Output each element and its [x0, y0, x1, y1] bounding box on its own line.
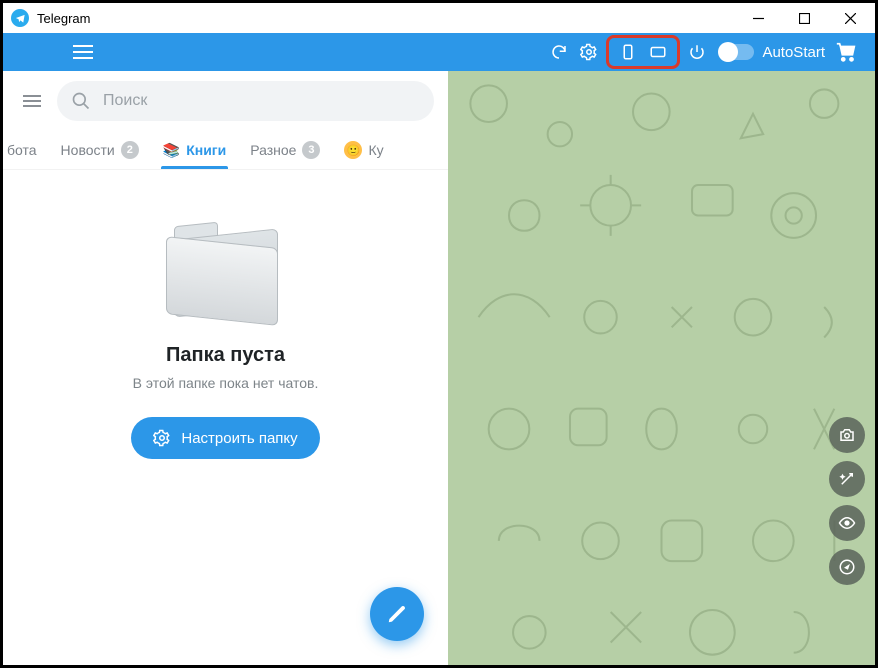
- tab-label: Книги: [186, 142, 226, 158]
- window-title: Telegram: [37, 11, 90, 26]
- folder-open-icon: [166, 220, 286, 320]
- telegram-logo-icon: [11, 9, 29, 27]
- tab-news[interactable]: Новости 2: [49, 133, 151, 169]
- search-input[interactable]: Поиск: [57, 81, 434, 121]
- pencil-icon: [386, 603, 408, 625]
- configure-folder-label: Настроить папку: [181, 430, 297, 447]
- books-icon: 📚: [163, 142, 180, 159]
- search-placeholder: Поиск: [103, 92, 147, 110]
- tab-ku[interactable]: 🙂 Ку: [332, 133, 387, 169]
- title-bar: Telegram: [3, 3, 875, 33]
- gear-icon: [153, 429, 171, 447]
- chats-pane: Поиск бота Новости 2 📚 Книги Разное 3 🙂 …: [3, 71, 448, 665]
- window-controls: [735, 3, 873, 33]
- compass-icon[interactable]: [829, 549, 865, 585]
- landscape-layout-icon[interactable]: [646, 40, 670, 64]
- avatar: 🙂: [344, 141, 362, 159]
- refresh-icon[interactable]: [547, 40, 571, 64]
- app-toolbar: AutoStart: [3, 33, 875, 71]
- tab-label: бота: [7, 142, 37, 158]
- folder-tabs: бота Новости 2 📚 Книги Разное 3 🙂 Ку: [3, 129, 448, 170]
- configure-folder-button[interactable]: Настроить папку: [131, 417, 319, 459]
- cart-icon[interactable]: [834, 40, 858, 64]
- tab-badge: 3: [302, 141, 320, 159]
- camera-icon[interactable]: [829, 417, 865, 453]
- doodle-pattern: [448, 71, 875, 665]
- autostart-toggle[interactable]: [720, 44, 754, 60]
- power-icon[interactable]: [685, 40, 709, 64]
- layout-toggle-highlight: [606, 35, 680, 69]
- tab-label: Новости: [61, 142, 115, 158]
- search-icon: [71, 91, 91, 111]
- portrait-layout-icon[interactable]: [616, 40, 640, 64]
- eye-icon[interactable]: [829, 505, 865, 541]
- main-menu-button[interactable]: [67, 36, 99, 68]
- new-chat-fab[interactable]: [370, 587, 424, 641]
- side-action-bar: [829, 417, 865, 585]
- close-button[interactable]: [827, 3, 873, 33]
- empty-subtitle: В этой папке пока нет чатов.: [133, 375, 319, 391]
- tab-misc[interactable]: Разное 3: [238, 133, 332, 169]
- magic-icon[interactable]: [829, 461, 865, 497]
- tab-books[interactable]: 📚 Книги: [151, 134, 238, 169]
- chat-background: [448, 71, 875, 665]
- settings-gear-icon[interactable]: [577, 40, 601, 64]
- tab-badge: 2: [121, 141, 139, 159]
- autostart-label: AutoStart: [762, 44, 825, 61]
- tab-label: Ку: [368, 142, 383, 158]
- tab-bota[interactable]: бота: [3, 134, 49, 168]
- tab-label: Разное: [250, 142, 296, 158]
- secondary-menu-button[interactable]: [17, 86, 47, 116]
- minimize-button[interactable]: [735, 3, 781, 33]
- empty-title: Папка пуста: [166, 344, 285, 367]
- maximize-button[interactable]: [781, 3, 827, 33]
